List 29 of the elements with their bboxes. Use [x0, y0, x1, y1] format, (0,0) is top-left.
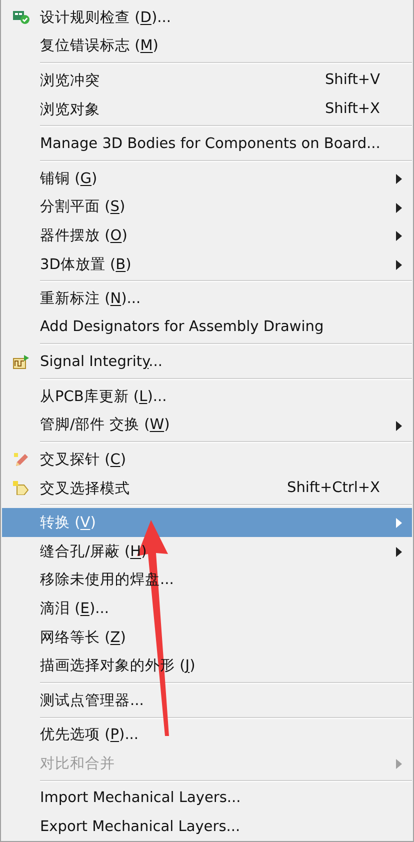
- shortcut-label: Shift+Ctrl+X: [287, 480, 380, 496]
- menu-item[interactable]: 复位错误标志 (M): [2, 32, 412, 60]
- menu-item[interactable]: 交叉选择模式 Shift+Ctrl+X: [2, 474, 412, 502]
- menu-item[interactable]: 铺铜 (G): [2, 164, 412, 193]
- menu-item[interactable]: Signal Integrity...: [2, 347, 412, 376]
- select-pointer-icon: [13, 481, 29, 496]
- menu-item[interactable]: 交叉探针 (C): [2, 445, 412, 474]
- menu-item[interactable]: 3D体放置 (B): [2, 250, 412, 278]
- menu-item[interactable]: 从PCB库更新 (L)...: [2, 382, 412, 411]
- menu-item[interactable]: 重新标注 (N)...: [2, 284, 412, 313]
- menu-item[interactable]: 优先选项 (P)...: [2, 720, 412, 750]
- menu-item[interactable]: 分割平面 (S): [2, 192, 412, 222]
- waveform-icon: [12, 354, 30, 369]
- pencil-icon: [13, 452, 29, 468]
- menu-item[interactable]: 浏览冲突 Shift+V: [2, 66, 412, 95]
- menu-item[interactable]: Add Designators for Assembly Drawing: [2, 312, 412, 342]
- menu-item[interactable]: Import Mechanical Layers...: [2, 784, 412, 812]
- shortcut-label: Shift+V: [324, 72, 380, 88]
- menu-item[interactable]: 管脚/部件 交换 (W): [2, 410, 412, 440]
- shortcut-label: Shift+X: [324, 101, 380, 118]
- menu-item[interactable]: 器件摆放 (O): [2, 221, 412, 250]
- menu-item[interactable]: Export Mechanical Layers...: [2, 812, 412, 841]
- menu-item[interactable]: Manage 3D Bodies for Components on Board...: [2, 129, 412, 158]
- menu-item[interactable]: 网络等长 (Z): [2, 622, 412, 652]
- menu-item[interactable]: 浏览对象 Shift+X: [2, 94, 412, 124]
- menu-item[interactable]: 测试点管理器...: [2, 686, 412, 715]
- menu-item[interactable]: 滴泪 (E)...: [2, 594, 412, 623]
- check-board-icon: [12, 10, 30, 24]
- menu-item[interactable]: 设计规则检查 (D)...: [2, 3, 412, 32]
